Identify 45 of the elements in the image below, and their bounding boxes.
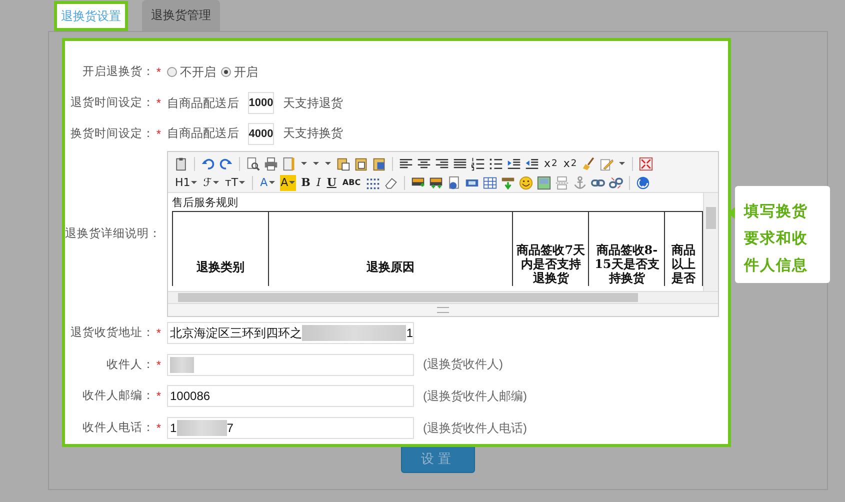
suffix-text: 天支持退货 — [283, 94, 343, 112]
suffix-text: 天支持换货 — [283, 125, 343, 142]
table-header-cell: 退换类别 — [173, 212, 269, 286]
field-label: 退换货详细说明： — [65, 226, 161, 242]
table-header-cell: 退换原因 — [268, 212, 514, 286]
field-label: 收件人邮编： — [82, 388, 154, 404]
days-field[interactable]: 4000 — [248, 122, 274, 145]
input-field[interactable]: 100086 — [167, 385, 414, 408]
required-mark: * — [156, 126, 161, 141]
hint-text: (退换货收件人电话) — [423, 420, 527, 437]
required-mark: * — [156, 326, 161, 340]
radio-option[interactable]: 不开启 — [167, 64, 216, 81]
input-field[interactable]: 北京海淀区三环到四环之 1 — [167, 322, 414, 344]
font-family-dropdown[interactable]: ℱ — [202, 174, 220, 191]
font-size-dropdown[interactable]: ᴛT — [224, 174, 246, 191]
strikethrough-button[interactable]: ABC — [341, 174, 362, 191]
field-label: 退货时间设定： — [70, 96, 154, 112]
highlight-dropdown[interactable]: A — [280, 174, 296, 191]
field-label: 收件人电话： — [82, 420, 154, 436]
days-field[interactable]: 1000 — [248, 92, 274, 114]
table-header-cell: 商品签收8-15天是否支持换货 — [589, 212, 666, 286]
required-mark: * — [156, 421, 161, 436]
underline-button[interactable]: U — [326, 174, 338, 191]
bold-button[interactable]: B — [300, 174, 312, 191]
callout-text: 填写换货要求和收件人信息 — [744, 202, 809, 276]
italic-button[interactable]: I — [315, 174, 322, 191]
prefix-text: 自商品配送后 — [167, 125, 239, 142]
field-label: 退货收货地址： — [70, 326, 154, 342]
table-header-cell: 商品签收7天内是否支持退换货 — [513, 212, 590, 286]
hint-text: (退换货收件人) — [423, 356, 503, 374]
required-mark: * — [156, 358, 161, 372]
required-mark: * — [156, 389, 161, 404]
field-label: 开启退换货： — [82, 64, 154, 80]
heading-dropdown[interactable]: H1 — [174, 174, 198, 191]
tab[interactable]: 退换货管理 — [142, 0, 220, 31]
prefix-text: 自商品配送后 — [167, 94, 239, 112]
field-label: 换货时间设定： — [70, 126, 154, 142]
required-mark: * — [156, 96, 161, 110]
field-label: 收件人： — [106, 358, 154, 373]
input-field[interactable]: 1 7 — [167, 417, 414, 440]
required-mark: * — [156, 65, 161, 80]
font-color-dropdown[interactable]: A — [259, 174, 276, 191]
radio-option[interactable]: 开启 — [221, 64, 258, 81]
content-title: 售后服务规则 — [172, 196, 239, 212]
hint-text: (退换货收件人邮编) — [423, 388, 527, 405]
